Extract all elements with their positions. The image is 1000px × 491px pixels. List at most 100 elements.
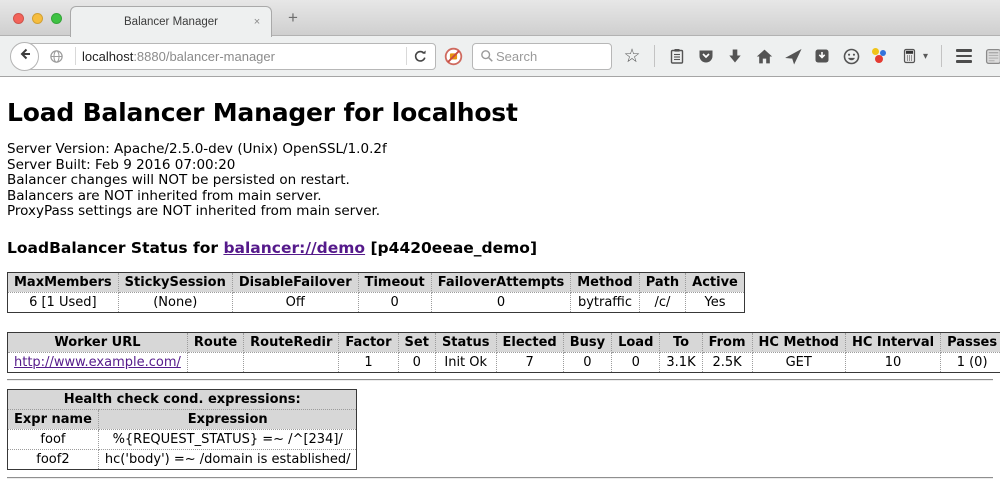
- menu-icon[interactable]: [955, 47, 973, 65]
- worker-url-link[interactable]: http://www.example.com/: [14, 355, 181, 370]
- factor-cell: 1: [339, 352, 398, 372]
- globe-icon: [49, 49, 64, 64]
- table-row: http://www.example.com/ 1 0 Init Ok 7 0 …: [8, 352, 1000, 372]
- disable-failover-cell: Off: [232, 292, 358, 312]
- table-title-row: Health check cond. expressions:: [8, 389, 357, 409]
- busy-cell: 0: [563, 352, 611, 372]
- urlbar-divider: [406, 47, 407, 65]
- save-page-icon[interactable]: [813, 47, 831, 65]
- max-members-cell: 6 [1 Used]: [8, 292, 119, 312]
- column-header: Expression: [98, 409, 357, 429]
- tab-balancer-manager[interactable]: Balancer Manager ×: [70, 6, 272, 37]
- hc-method-cell: GET: [752, 352, 845, 372]
- window-controls: [13, 13, 62, 24]
- loadbalancer-status-heading: LoadBalancer Status for balancer://demo …: [7, 239, 993, 257]
- container-icon[interactable]: [900, 47, 918, 65]
- navigation-toolbar: localhost:8880/balancer-manager ☆: [0, 36, 1000, 77]
- home-icon[interactable]: [755, 47, 773, 65]
- column-header: Worker URL: [8, 332, 188, 352]
- toolbar-separator: [654, 45, 655, 67]
- search-bar[interactable]: [472, 43, 612, 70]
- tab-close-icon[interactable]: ×: [251, 16, 263, 28]
- worker-url-cell: http://www.example.com/: [8, 352, 188, 372]
- health-table-title: Health check cond. expressions:: [8, 389, 357, 409]
- urlbar-divider: [75, 47, 76, 65]
- downloads-icon[interactable]: [726, 47, 744, 65]
- page-content: Load Balancer Manager for localhost Serv…: [0, 98, 1000, 478]
- emoji-smiley-icon[interactable]: [842, 47, 860, 65]
- to-cell: 3.1K: [660, 352, 702, 372]
- from-cell: 2.5K: [702, 352, 752, 372]
- column-header: FailoverAttempts: [431, 272, 571, 292]
- column-header: StickySession: [118, 272, 232, 292]
- new-tab-button[interactable]: +: [283, 8, 303, 28]
- column-header: Path: [639, 272, 685, 292]
- expr-name-cell: foof: [8, 429, 99, 449]
- minimize-window-button[interactable]: [32, 13, 43, 24]
- url-path: :8880/balancer-manager: [133, 49, 275, 64]
- toolbar-icons: ☆ ▾: [623, 45, 1000, 67]
- column-header: Method: [571, 272, 639, 292]
- pocket-icon[interactable]: [697, 47, 715, 65]
- table-header-row: Expr name Expression: [8, 409, 357, 429]
- back-arrow-icon: [17, 46, 33, 67]
- column-header: Passes: [941, 332, 1000, 352]
- bookmark-star-icon[interactable]: ☆: [623, 47, 641, 65]
- close-window-button[interactable]: [13, 13, 24, 24]
- colored-dots-icon[interactable]: [871, 47, 889, 65]
- expression-cell: %{REQUEST_STATUS} =~ /^[234]/: [98, 429, 357, 449]
- column-header: Factor: [339, 332, 398, 352]
- column-header: HC Method: [752, 332, 845, 352]
- toolbar-separator: [941, 45, 942, 67]
- failover-attempts-cell: 0: [431, 292, 571, 312]
- column-header: Elected: [496, 332, 563, 352]
- column-header: Load: [612, 332, 660, 352]
- table-row: 6 [1 Used] (None) Off 0 0 bytraffic /c/ …: [8, 292, 745, 312]
- section-divider: [7, 379, 993, 380]
- reading-list-icon[interactable]: [668, 47, 686, 65]
- expression-cell: hc('body') =~ /domain is established/: [98, 449, 357, 469]
- column-header: HC Interval: [845, 332, 940, 352]
- send-plane-icon[interactable]: [784, 47, 802, 65]
- table-header-row: MaxMembers StickySession DisableFailover…: [8, 272, 745, 292]
- zoom-window-button[interactable]: [51, 13, 62, 24]
- tab-title: Balancer Manager: [124, 16, 218, 28]
- persist-notice-line: Balancer changes will NOT be persisted o…: [7, 173, 993, 189]
- elected-cell: 7: [496, 352, 563, 372]
- set-cell: 0: [398, 352, 435, 372]
- status-heading-prefix: LoadBalancer Status for: [7, 239, 223, 257]
- table-row: foof %{REQUEST_STATUS} =~ /^[234]/: [8, 429, 357, 449]
- reload-icon[interactable]: [413, 49, 428, 64]
- balancer-demo-link[interactable]: balancer://demo: [223, 239, 365, 257]
- load-cell: 0: [612, 352, 660, 372]
- server-version-line: Server Version: Apache/2.5.0-dev (Unix) …: [7, 142, 993, 158]
- plugin-blocked-icon[interactable]: [444, 47, 463, 66]
- inherit-notice-line: Balancers are NOT inherited from main se…: [7, 189, 993, 205]
- passes-cell: 1 (0): [941, 352, 1000, 372]
- window-titlebar: Balancer Manager × +: [0, 0, 1000, 36]
- sticky-session-cell: (None): [118, 292, 232, 312]
- search-input[interactable]: [494, 48, 594, 65]
- column-header: Busy: [563, 332, 611, 352]
- status-heading-suffix: [p4420eeae_demo]: [365, 239, 537, 257]
- page-title: Load Balancer Manager for localhost: [7, 98, 993, 127]
- column-header: Expr name: [8, 409, 99, 429]
- column-header: Active: [686, 272, 745, 292]
- url-bar[interactable]: localhost:8880/balancer-manager: [24, 43, 436, 70]
- column-header: DisableFailover: [232, 272, 358, 292]
- back-button[interactable]: [10, 42, 39, 71]
- table-header-row: Worker URL Route RouteRedir Factor Set S…: [8, 332, 1000, 352]
- column-header: MaxMembers: [8, 272, 119, 292]
- column-header: Set: [398, 332, 435, 352]
- tab-preview-icon[interactable]: [984, 47, 1000, 65]
- expr-name-cell: foof2: [8, 449, 99, 469]
- method-cell: bytraffic: [571, 292, 639, 312]
- url-domain: localhost: [82, 49, 133, 64]
- page-bottom-divider: [7, 477, 993, 478]
- search-icon: [479, 47, 494, 65]
- hc-interval-cell: 10: [845, 352, 940, 372]
- server-built-line: Server Built: Feb 9 2016 07:00:20: [7, 158, 993, 174]
- active-cell: Yes: [686, 292, 745, 312]
- dropdown-caret-icon[interactable]: ▾: [923, 51, 928, 62]
- worker-status-table: Worker URL Route RouteRedir Factor Set S…: [7, 332, 1000, 373]
